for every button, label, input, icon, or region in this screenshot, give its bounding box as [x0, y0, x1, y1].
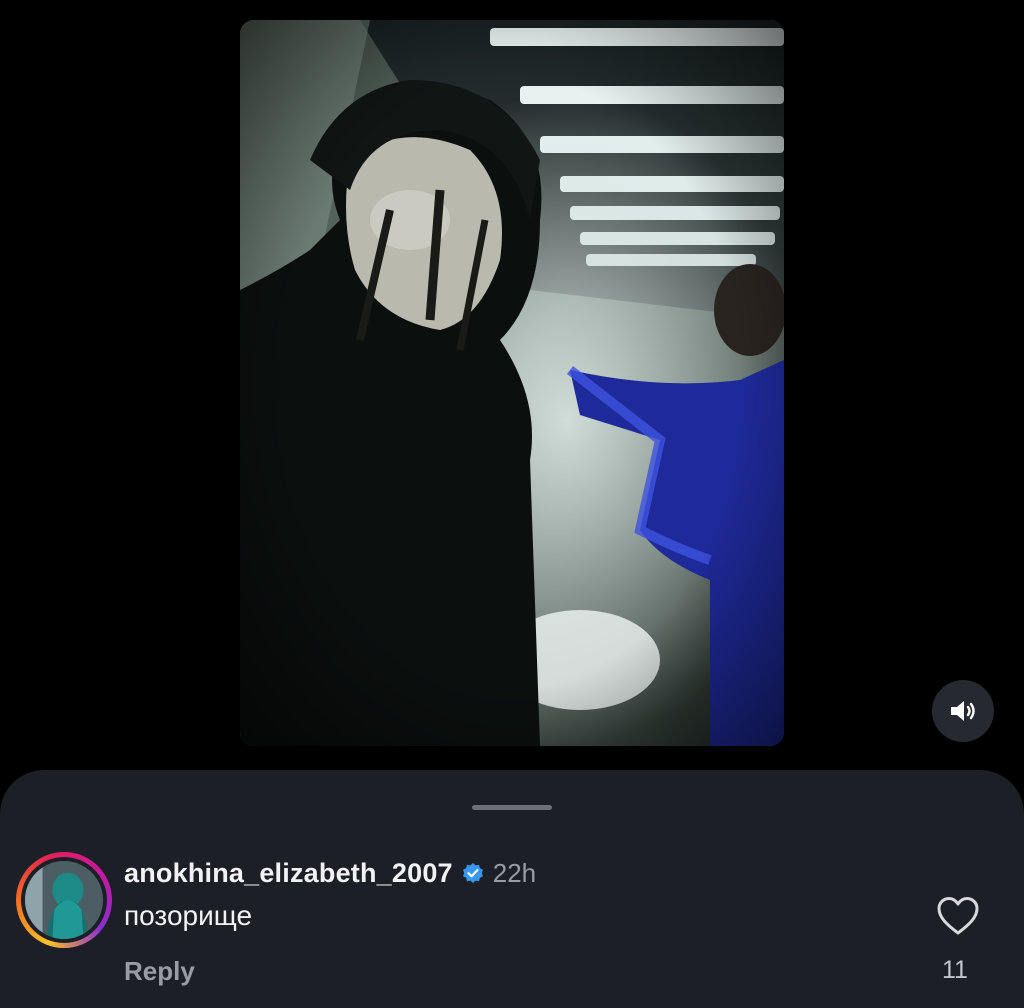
sheet-grabber[interactable]: [472, 805, 552, 810]
comment-header: anokhina_elizabeth_2007 22h: [124, 856, 536, 890]
verified-badge-icon: [462, 863, 483, 883]
mute-button[interactable]: [932, 680, 994, 742]
video-player[interactable]: [240, 20, 784, 746]
comment-username[interactable]: anokhina_elizabeth_2007: [124, 858, 453, 889]
video-frame: [240, 20, 784, 746]
avatar-image: [25, 861, 103, 939]
story-ring[interactable]: [16, 852, 112, 948]
heart-icon[interactable]: [936, 896, 980, 936]
comment-text: позорище: [124, 900, 253, 931]
avatar[interactable]: [25, 861, 103, 939]
speaker-icon: [951, 701, 975, 721]
like-count: 11: [942, 956, 968, 984]
screen: anokhina_elizabeth_2007 22h позорище Rep…: [0, 0, 1024, 1008]
reply-button[interactable]: Reply: [124, 956, 195, 987]
comment-time: 22h: [492, 857, 537, 888]
